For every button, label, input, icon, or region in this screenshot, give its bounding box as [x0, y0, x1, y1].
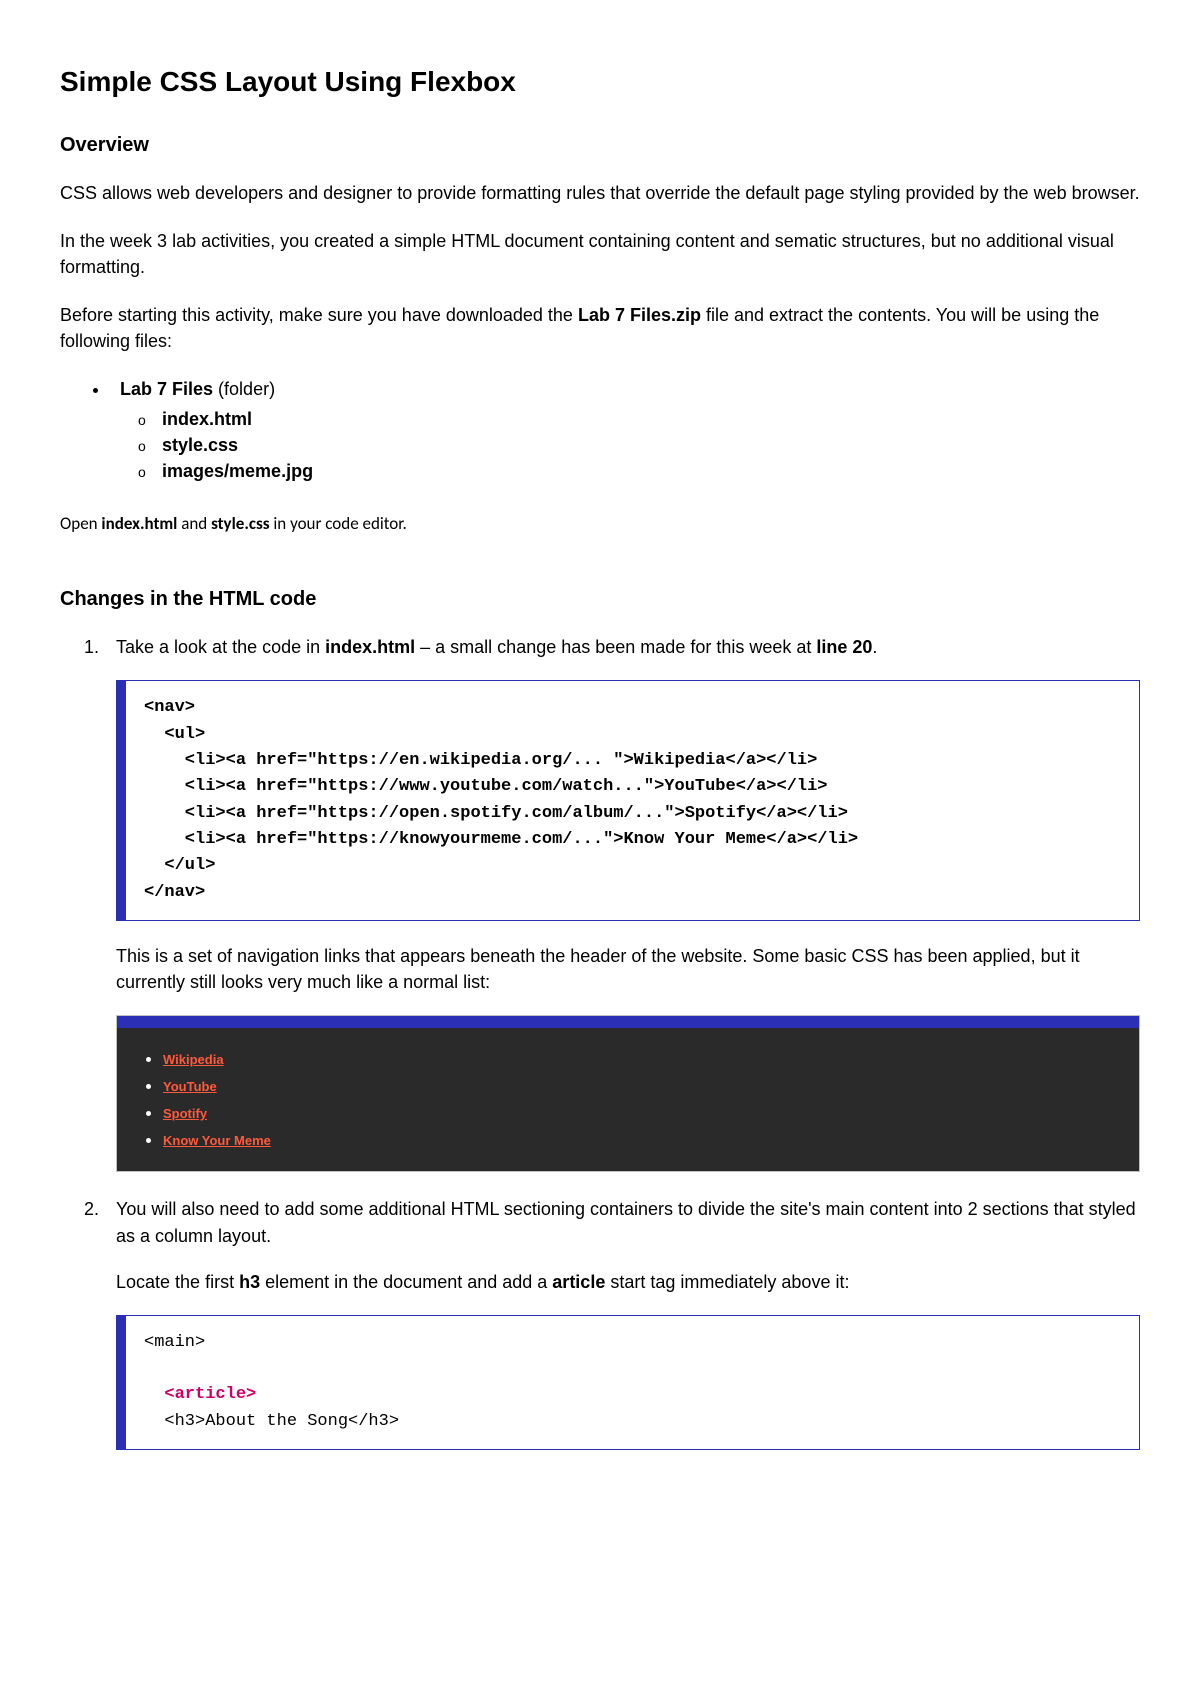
open-instructions: Open index.html and style.css in your co… — [60, 512, 1140, 537]
file-list: Lab 7 Files (folder) index.html style.cs… — [60, 376, 1140, 484]
step2-p1: You will also need to add some additiona… — [116, 1196, 1140, 1248]
list-item: Wikipedia — [163, 1045, 1115, 1071]
overview-heading: Overview — [60, 131, 1140, 160]
list-item: YouTube — [163, 1072, 1115, 1098]
nav-link-knowyourmeme[interactable]: Know Your Meme — [163, 1133, 271, 1148]
steps-list: Take a look at the code in index.html – … — [60, 634, 1140, 1450]
nav-link-wikipedia[interactable]: Wikipedia — [163, 1052, 224, 1067]
file-item: style.css — [162, 432, 1140, 458]
step1-after-text: This is a set of navigation links that a… — [116, 943, 1140, 995]
code-block-nav: <nav> <ul> <li><a href="https://en.wikip… — [116, 680, 1140, 921]
screenshot-header-bar — [117, 1016, 1139, 1028]
changes-heading: Changes in the HTML code — [60, 585, 1140, 614]
file-item: images/meme.jpg — [162, 458, 1140, 484]
step1-text: Take a look at the code in index.html – … — [116, 634, 1140, 660]
overview-p2: In the week 3 lab activities, you create… — [60, 228, 1140, 280]
step2-p2: Locate the first h3 element in the docum… — [116, 1269, 1140, 1295]
nav-preview-screenshot: Wikipedia YouTube Spotify Know Your Meme — [116, 1015, 1140, 1172]
list-item: Spotify — [163, 1099, 1115, 1125]
folder-item: Lab 7 Files (folder) index.html style.cs… — [110, 376, 1140, 484]
overview-p3: Before starting this activity, make sure… — [60, 302, 1140, 354]
nav-link-youtube[interactable]: YouTube — [163, 1079, 217, 1094]
list-item: Know Your Meme — [163, 1126, 1115, 1152]
step-2: You will also need to add some additiona… — [104, 1196, 1140, 1450]
code-block-article: <main> <article> <h3>About the Song</h3> — [116, 1315, 1140, 1450]
overview-p1: CSS allows web developers and designer t… — [60, 180, 1140, 206]
step-1: Take a look at the code in index.html – … — [104, 634, 1140, 1172]
nav-link-spotify[interactable]: Spotify — [163, 1106, 207, 1121]
file-item: index.html — [162, 406, 1140, 432]
page-title: Simple CSS Layout Using Flexbox — [60, 62, 1140, 103]
